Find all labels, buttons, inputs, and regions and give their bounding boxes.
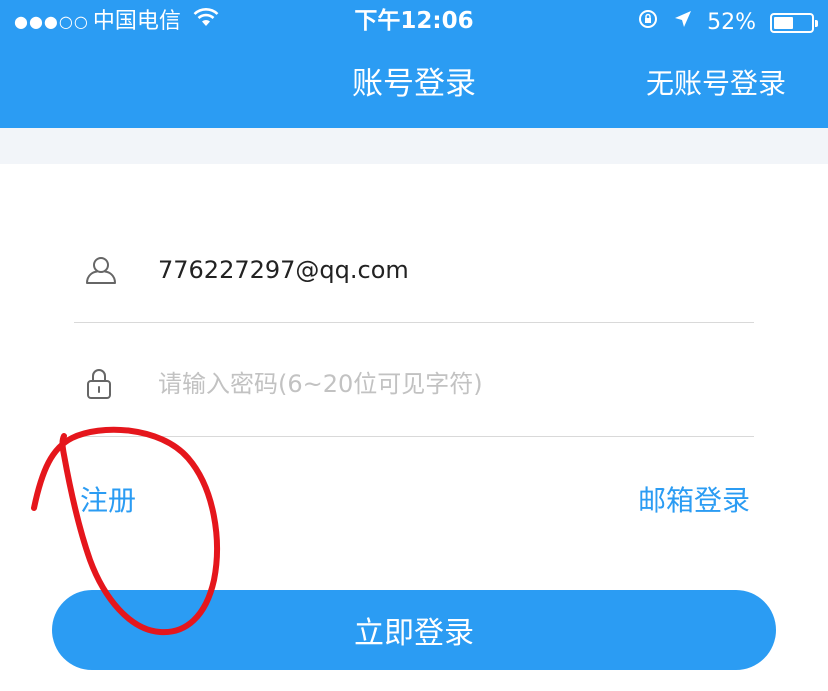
battery-percent: 52% (707, 9, 756, 35)
header-spacer (0, 128, 828, 164)
username-field (74, 240, 754, 300)
user-icon (84, 253, 140, 287)
battery-icon (770, 12, 818, 33)
password-field (74, 354, 754, 414)
status-bar: ●●●○○ 中国电信 下午12:06 52% (0, 0, 828, 42)
battery-level (774, 16, 793, 29)
password-divider (74, 436, 754, 437)
rotation-lock-icon (637, 8, 659, 37)
password-input[interactable] (158, 370, 718, 398)
lock-icon (84, 367, 140, 401)
username-divider (74, 322, 754, 323)
login-button[interactable]: 立即登录 (52, 590, 776, 670)
nav-bar: 账号登录 无账号登录 (0, 42, 828, 128)
status-right: 52% (623, 8, 818, 37)
username-input[interactable] (158, 256, 718, 284)
location-arrow-icon (673, 9, 693, 36)
no-account-login-button[interactable]: 无账号登录 (646, 66, 786, 102)
email-login-link[interactable]: 邮箱登录 (638, 484, 750, 518)
register-link[interactable]: 注册 (80, 484, 136, 518)
